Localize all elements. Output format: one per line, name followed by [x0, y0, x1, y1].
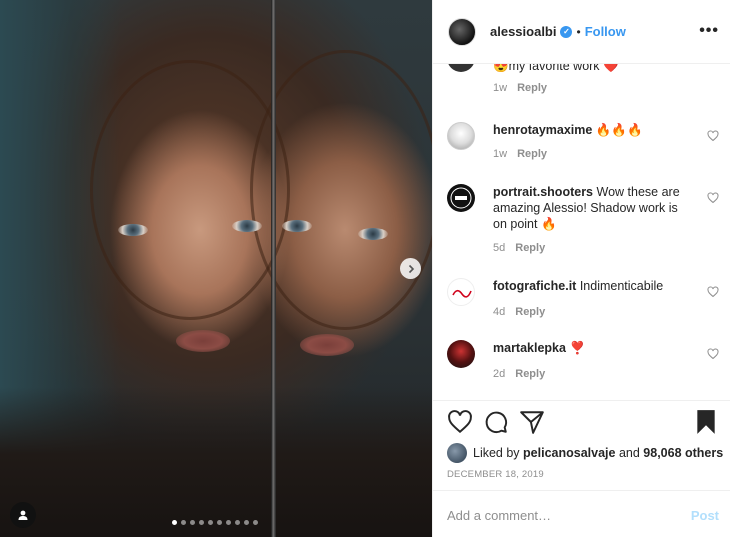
comment-body: 😍my favorite work ❤️ [493, 64, 693, 74]
comment-time: 1w [493, 82, 508, 94]
comment-meta: 4d Reply [493, 306, 545, 318]
comment-username[interactable]: henrotaymaxime [493, 123, 592, 137]
reply-button[interactable]: Reply [517, 82, 547, 94]
eye-left-center [232, 220, 262, 232]
reply-button[interactable]: Reply [515, 242, 545, 254]
carousel-next-button[interactable] [400, 258, 421, 279]
lips-left [176, 330, 230, 352]
header-separator: • [576, 24, 581, 39]
comment-input[interactable] [447, 505, 667, 525]
chevron-right-icon [408, 264, 414, 273]
comment-time: 2d [493, 368, 506, 380]
post-photo[interactable] [0, 0, 432, 537]
comment-body: henrotaymaxime 🔥🔥🔥 [493, 122, 693, 138]
comment-text: Indimenticabile [579, 279, 664, 293]
heart-icon[interactable] [447, 409, 473, 435]
carousel-dot [208, 520, 213, 525]
eye-right [358, 228, 388, 240]
post-comment-button[interactable]: Post [691, 508, 719, 523]
reply-button[interactable]: Reply [517, 148, 547, 160]
comment-meta: 2d Reply [493, 368, 545, 380]
bookmark-icon[interactable] [693, 409, 719, 435]
comment-meta: 1w Reply [493, 82, 547, 94]
mirror-edge [271, 0, 276, 537]
follow-button[interactable]: Follow [585, 24, 626, 39]
jacket-shape [0, 387, 432, 537]
carousel-dot [244, 520, 249, 525]
reply-button[interactable]: Reply [515, 368, 545, 380]
comment-username[interactable]: portrait.shooters [493, 185, 593, 199]
post-date[interactable]: DECEMBER 18, 2019 [447, 469, 544, 480]
user-tag-button[interactable] [10, 502, 36, 528]
comments-list[interactable]: 😍my favorite work ❤️ 1w Reply henrotaymax… [433, 64, 730, 400]
portrait-shooters-logo [450, 187, 472, 209]
carousel-dot [235, 520, 240, 525]
heart-icon[interactable] [707, 286, 719, 298]
list-item: 😍my favorite work ❤️ 1w Reply [447, 64, 719, 106]
comment-text: 🔥🔥🔥 [595, 123, 643, 137]
comment-username[interactable]: martaklepka [493, 341, 566, 355]
comment-body: portrait.shooters Wow these are amazing … [493, 184, 693, 232]
carousel-indicator [172, 520, 258, 525]
heart-icon[interactable] [707, 192, 719, 204]
list-item: martaklepka ❣️ 2d Reply [447, 340, 719, 388]
action-icons [447, 409, 717, 437]
comment-body: fotografiche.it Indimenticabile [493, 278, 693, 294]
list-item: henrotaymaxime 🔥🔥🔥 1w Reply [447, 122, 719, 170]
commenter-avatar[interactable] [447, 122, 475, 150]
hair-shape [250, 50, 432, 330]
carousel-dot [172, 520, 177, 525]
author-avatar[interactable] [448, 17, 476, 46]
commenter-avatar[interactable] [447, 184, 475, 212]
lips-right [300, 334, 354, 356]
post-header: alessioalbi ✓ • Follow ••• [433, 0, 730, 64]
carousel-dot [217, 520, 222, 525]
liker-avatar[interactable] [447, 443, 467, 463]
comment-username[interactable]: fotografiche.it [493, 279, 576, 293]
carousel-dot [181, 520, 186, 525]
fotografiche-logo [452, 289, 472, 298]
post-side-panel: alessioalbi ✓ • Follow ••• 😍my favorite … [432, 0, 730, 537]
comment-meta: 5d Reply [493, 242, 545, 254]
comment-text: 😍my favorite work ❤️ [493, 64, 619, 73]
likes-conjunction: and [618, 446, 640, 460]
share-icon[interactable] [519, 409, 545, 435]
more-icon[interactable]: ••• [699, 22, 719, 40]
likes-summary: Liked by pelicanosalvaje and 98,068 othe… [447, 443, 723, 463]
carousel-dot [199, 520, 204, 525]
eye-left [118, 224, 148, 236]
commenter-avatar[interactable] [447, 64, 475, 72]
author-username[interactable]: alessioalbi [490, 24, 556, 39]
likes-prefix: Liked by [473, 446, 520, 460]
comment-time: 1w [493, 148, 508, 160]
carousel-dot [253, 520, 258, 525]
heart-icon[interactable] [707, 348, 719, 360]
list-item: portrait.shooters Wow these are amazing … [447, 184, 719, 254]
comment-body: martaklepka ❣️ [493, 340, 693, 356]
heart-icon[interactable] [707, 130, 719, 142]
liker-username[interactable]: pelicanosalvaje [523, 446, 615, 460]
comment-meta: 1w Reply [493, 148, 547, 160]
carousel-dot [190, 520, 195, 525]
eye-right-center [282, 220, 312, 232]
comment-composer: Post [433, 490, 730, 537]
likes-count[interactable]: 98,068 others [643, 446, 723, 460]
verified-icon: ✓ [560, 25, 573, 38]
post-actions: Liked by pelicanosalvaje and 98,068 othe… [433, 400, 730, 537]
comment-time: 4d [493, 306, 506, 318]
reply-button[interactable]: Reply [515, 306, 545, 318]
comment-icon[interactable] [483, 409, 509, 435]
list-item: fotografiche.it Indimenticabile 4d Reply [447, 278, 719, 326]
comment-time: 5d [493, 242, 506, 254]
user-tag-icon [18, 510, 28, 520]
commenter-avatar[interactable] [447, 278, 475, 306]
carousel-dot [226, 520, 231, 525]
commenter-avatar[interactable] [447, 340, 475, 368]
comment-text: ❣️ [569, 341, 586, 355]
